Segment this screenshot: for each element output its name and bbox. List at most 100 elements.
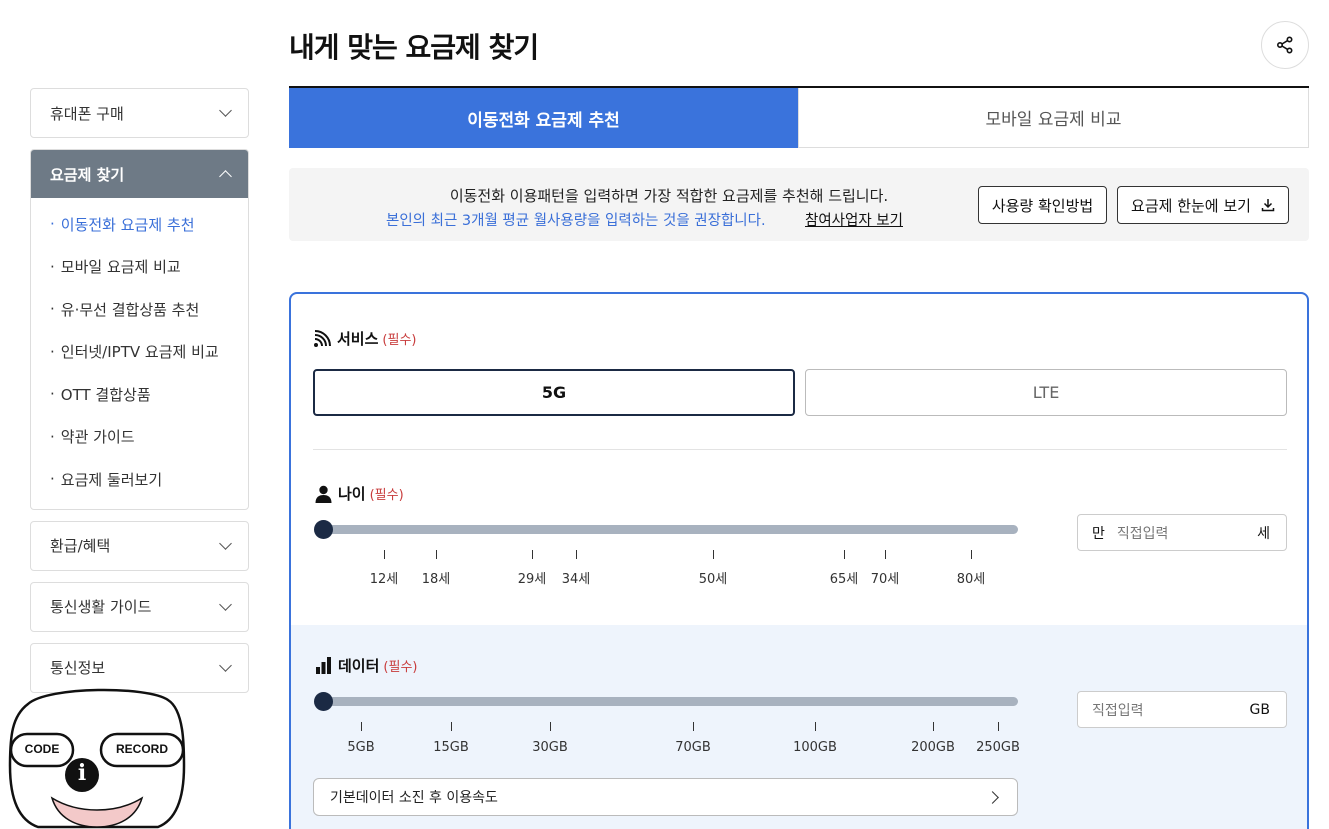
- data-input-unit: GB: [1249, 701, 1270, 718]
- sidebar-subitem-browse-plans[interactable]: · 요금제 둘러보기: [31, 458, 248, 501]
- age-input-prefix: 만: [1092, 525, 1105, 542]
- slider-tick: [550, 722, 551, 731]
- sidebar-item-phone-purchase[interactable]: 휴대폰 구매: [31, 89, 248, 137]
- sidebar-subitem-label: 유·무선 결합상품 추천: [60, 300, 200, 319]
- mascot-logo: CODE RECORD i: [8, 686, 186, 829]
- age-slider-track[interactable]: [323, 525, 1018, 534]
- slider-tick-label: 5GB: [347, 740, 375, 755]
- slider-tick-label: 70세: [870, 572, 900, 587]
- info-banner: 이동전화 이용패턴을 입력하면 가장 적합한 요금제를 추천해 드립니다. 본인…: [289, 168, 1309, 241]
- sidebar-subitem-label: 이동전화 요금제 추천: [60, 215, 195, 234]
- bar-chart-icon: [316, 657, 331, 674]
- download-icon: [1261, 199, 1275, 212]
- service-option-5g[interactable]: 5G: [313, 369, 795, 416]
- sidebar-item-label: 환급/혜택: [50, 537, 111, 555]
- slider-tick: [933, 722, 934, 731]
- chevron-down-icon: [219, 104, 232, 117]
- sidebar-subitem-internet-iptv-compare[interactable]: · 인터넷/IPTV 요금제 비교: [31, 331, 248, 374]
- post-quota-speed-label: 기본데이터 소진 후 이용속도: [330, 790, 498, 806]
- data-input-placeholder: 직접입력: [1092, 702, 1144, 719]
- slider-tick: [971, 550, 972, 559]
- slider-tick-label: 18세: [421, 572, 451, 587]
- age-label: 나이 (필수): [315, 483, 404, 504]
- sidebar-menu-refund-benefits: 환급/혜택: [30, 520, 249, 571]
- mascot-code-label: CODE: [24, 742, 60, 756]
- post-quota-speed-selector[interactable]: 기본데이터 소진 후 이용속도: [313, 778, 1018, 816]
- tab-mobile-plan-recommend[interactable]: 이동전화 요금제 추천: [289, 88, 798, 148]
- slider-tick: [844, 550, 845, 559]
- slider-tick: [576, 550, 577, 559]
- slider-tick-label: 200GB: [911, 740, 955, 755]
- slider-tick: [532, 550, 533, 559]
- sidebar-item-refund-benefits[interactable]: 환급/혜택: [31, 522, 248, 570]
- section-divider: [313, 449, 1287, 450]
- sidebar-subitem-label: 약관 가이드: [60, 428, 135, 447]
- slider-tick: [885, 550, 886, 559]
- bullet-icon: ·: [50, 300, 55, 319]
- age-input-placeholder: 직접입력: [1116, 525, 1169, 542]
- usage-check-button[interactable]: 사용량 확인방법: [978, 186, 1107, 224]
- chevron-down-icon: [219, 597, 232, 611]
- sidebar-menu-telecom-info: 통신정보: [30, 642, 249, 693]
- sidebar-item-label: 요금제 찾기: [50, 165, 125, 184]
- mascot-info-badge: i: [77, 760, 87, 786]
- slider-tick: [713, 550, 714, 559]
- sidebar-subitem-label: 요금제 둘러보기: [60, 470, 163, 489]
- required-badge: (필수): [369, 488, 404, 503]
- mascot-face-icon: [8, 688, 186, 829]
- share-button[interactable]: [1261, 21, 1309, 69]
- participating-carriers-link[interactable]: 참여사업자 보기: [805, 209, 903, 230]
- sidebar-subitem-ott-bundle[interactable]: · OTT 결합상품: [31, 373, 248, 416]
- page-title: 내게 맞는 요금제 찾기: [289, 31, 539, 64]
- sidebar-subitem-bundle-recommend[interactable]: · 유·무선 결합상품 추천: [31, 288, 248, 331]
- slider-tick: [815, 722, 816, 731]
- sidebar-subitem-mobile-plan-compare[interactable]: · 모바일 요금제 비교: [31, 246, 248, 289]
- info-description: 이동전화 이용패턴을 입력하면 가장 적합한 요금제를 추천해 드립니다.: [449, 187, 889, 205]
- sidebar-item-label: 휴대폰 구매: [50, 104, 124, 123]
- sidebar-subitem-mobile-plan-recommend[interactable]: · 이동전화 요금제 추천: [31, 203, 248, 246]
- tab-bar: 이동전화 요금제 추천 모바일 요금제 비교: [289, 86, 1309, 148]
- sidebar: 휴대폰 구매 요금제 찾기 · 이동전화 요금제 추천 · 모바일 요금제 비교 ·…: [30, 88, 249, 704]
- info-recommendation: 본인의 최근 3개월 평균 월사용량을 입력하는 것을 권장합니다.: [386, 213, 766, 229]
- data-slider-handle[interactable]: [314, 692, 333, 711]
- mascot-record-label: RECORD: [115, 742, 168, 756]
- required-badge: (필수): [382, 333, 417, 348]
- sidebar-item-telecom-info[interactable]: 통신정보: [31, 644, 248, 692]
- sidebar-item-label: 통신정보: [50, 659, 106, 677]
- service-option-lte[interactable]: LTE: [805, 369, 1287, 416]
- slider-tick-label: 50세: [698, 572, 728, 587]
- age-slider-handle[interactable]: [314, 520, 333, 539]
- data-input-field[interactable]: 직접입력 GB: [1077, 691, 1287, 728]
- slider-tick-label: 80세: [956, 572, 986, 587]
- age-input-field[interactable]: 만 직접입력 세: [1077, 514, 1287, 551]
- tab-mobile-plan-compare[interactable]: 모바일 요금제 비교: [798, 88, 1309, 148]
- data-slider-track[interactable]: [323, 697, 1018, 706]
- slider-tick-label: 12세: [369, 572, 399, 587]
- slider-tick-label: 15GB: [433, 740, 469, 755]
- plan-overview-label: 요금제 한눈에 보기: [1131, 196, 1251, 215]
- age-label-text: 나이: [338, 485, 366, 503]
- sidebar-subitem-terms-guide[interactable]: · 약관 가이드: [31, 416, 248, 459]
- data-label: 데이터 (필수): [315, 655, 417, 676]
- slider-tick: [361, 722, 362, 731]
- slider-tick-label: 100GB: [793, 740, 837, 755]
- slider-tick-label: 30GB: [532, 740, 568, 755]
- chevron-down-icon: [219, 658, 232, 672]
- service-label: 서비스 (필수): [313, 328, 416, 349]
- bullet-icon: ·: [50, 470, 55, 489]
- slider-tick: [693, 722, 694, 731]
- slider-tick: [451, 722, 452, 731]
- bullet-icon: ·: [50, 385, 55, 404]
- required-badge: (필수): [383, 660, 418, 675]
- sidebar-subitem-label: 모바일 요금제 비교: [60, 258, 181, 277]
- sidebar-menu-phone-purchase: 휴대폰 구매: [30, 88, 249, 138]
- sidebar-item-telecom-guide[interactable]: 통신생활 가이드: [31, 583, 248, 631]
- sidebar-item-plan-search[interactable]: 요금제 찾기: [31, 150, 248, 198]
- chevron-down-icon: [219, 536, 232, 550]
- plan-search-form: 서비스 (필수) 5G LTE 나이 (필수) 12세 18세 29세 34세 50세 6…: [289, 292, 1309, 829]
- person-icon: [315, 485, 332, 503]
- plan-overview-button[interactable]: 요금제 한눈에 보기: [1117, 186, 1289, 224]
- bullet-icon: ·: [50, 427, 55, 446]
- chevron-right-icon: [986, 790, 999, 804]
- sidebar-item-label: 통신생활 가이드: [50, 598, 152, 616]
